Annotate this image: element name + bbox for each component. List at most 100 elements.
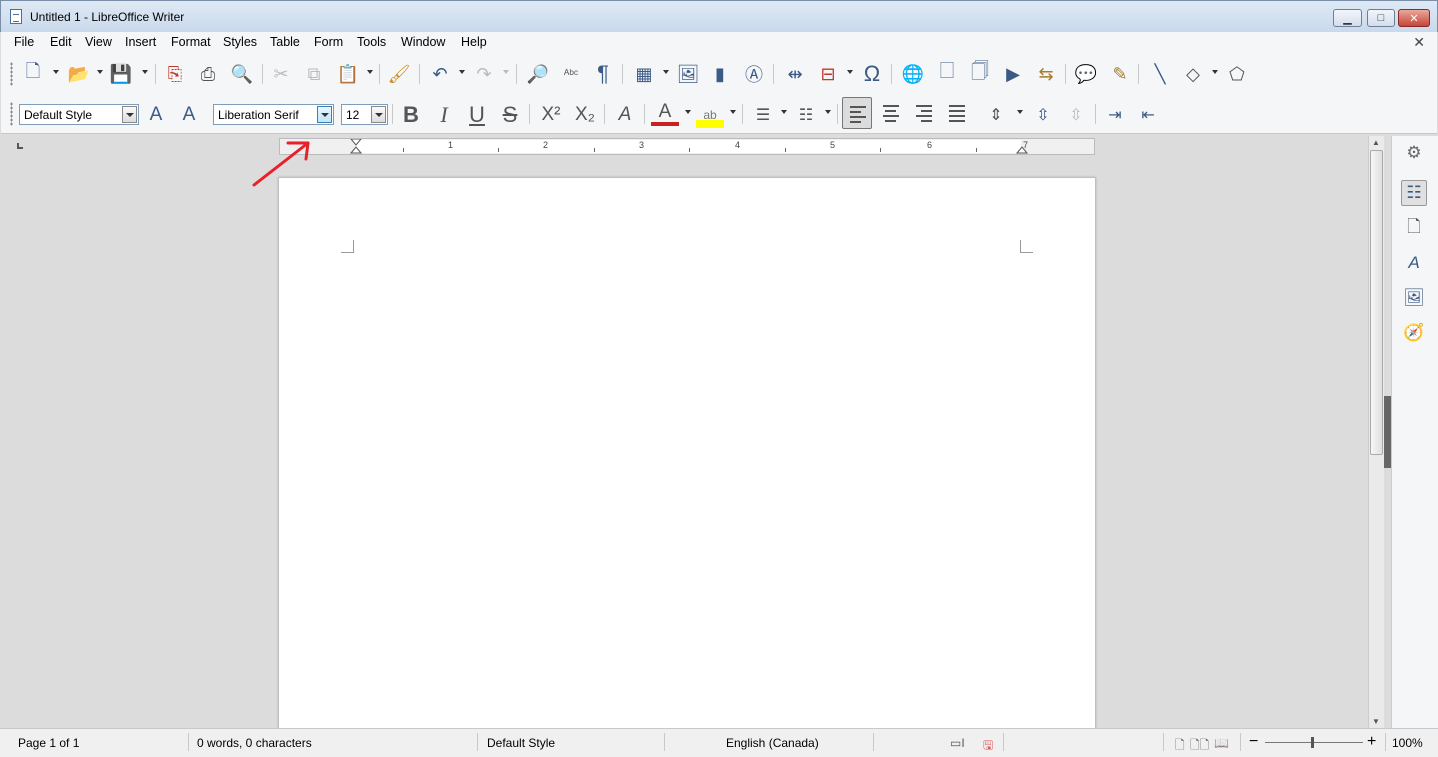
align-center-button[interactable] [876,97,906,129]
clone-formatting-icon[interactable]: 🖌 [387,62,411,86]
insert-comment-icon[interactable]: 💬 [1074,62,1098,86]
zoom-out-icon[interactable]: − [1249,733,1258,751]
new-document-icon[interactable]: 🗋 [21,61,45,86]
font-color-dropdown-icon[interactable] [685,110,691,114]
scrollbar-thumb[interactable] [1370,150,1383,455]
font-name-combo[interactable]: Liberation Serif [213,104,334,125]
book-view-icon[interactable]: 📖 [1214,736,1229,750]
multi-page-view-icon[interactable]: 🗋🗋 [1190,736,1209,757]
track-changes-icon[interactable]: ✎ [1108,62,1132,86]
insert-page-break-icon[interactable]: ⇹ [783,62,807,86]
insert-hyperlink-icon[interactable]: 🌐 [901,62,925,86]
menu-format[interactable]: Format [171,35,211,49]
export-pdf-icon[interactable]: ⎘ [163,62,187,86]
scroll-up-icon[interactable]: ▲ [1372,138,1380,147]
menu-form[interactable]: Form [314,35,343,49]
sidebar-collapse-handle[interactable] [1384,396,1391,468]
decrease-paragraph-spacing-icon[interactable]: ⇳ [1062,102,1090,128]
increase-paragraph-spacing-icon[interactable]: ⇳ [1029,102,1057,128]
sidebar-properties-icon[interactable]: ☷ [1401,180,1427,206]
menu-view[interactable]: View [85,35,112,49]
sidebar-gallery-icon[interactable]: 🖼 [1401,285,1427,311]
zoom-slider-handle[interactable] [1311,737,1314,748]
menu-insert[interactable]: Insert [125,35,156,49]
underline-icon[interactable]: U [463,102,491,128]
sidebar-styles-icon[interactable]: A [1401,250,1427,276]
menu-edit[interactable]: Edit [50,35,72,49]
paragraph-style-combo[interactable]: Default Style [19,104,139,125]
show-draw-functions-icon[interactable]: ⬠ [1225,62,1249,86]
sidebar-navigator-icon[interactable]: 🧭 [1401,320,1427,346]
zoom-level[interactable]: 100% [1392,736,1423,750]
italic-icon[interactable]: I [430,102,458,128]
toolbar-grip[interactable] [10,62,13,86]
single-page-view-icon[interactable]: 🗋 [1175,736,1185,757]
menu-tools[interactable]: Tools [357,35,386,49]
spelling-icon[interactable]: ᴬᵇᶜ [559,62,583,86]
ordered-list-dropdown-icon[interactable] [825,110,831,114]
tab-stop-selector[interactable] [17,143,23,149]
menu-help[interactable]: Help [461,35,487,49]
undo-icon[interactable]: ↶ [428,62,452,86]
sidebar-settings-icon[interactable]: ⚙ [1401,140,1427,166]
new-dropdown-icon[interactable] [53,70,59,74]
save-icon[interactable]: 💾 [109,62,133,86]
formatting-marks-icon[interactable]: ¶ [591,61,615,86]
align-left-button[interactable] [842,97,872,129]
print-icon[interactable]: ⎙ [196,62,220,86]
shapes-dropdown-icon[interactable] [1212,70,1218,74]
insert-bookmark-icon[interactable]: ▶ [1001,62,1025,86]
scroll-down-icon[interactable]: ▼ [1372,717,1380,726]
update-style-icon[interactable]: A [142,102,170,128]
strikethrough-icon[interactable]: S [496,102,524,128]
open-folder-icon[interactable]: 📂 [67,62,91,86]
maximize-button[interactable]: □ [1367,9,1395,27]
highlight-dropdown-icon[interactable] [730,110,736,114]
page-count[interactable]: Page 1 of 1 [18,736,79,750]
horizontal-ruler[interactable]: 1 2 3 4 5 6 7 [279,138,1095,155]
insert-field-icon[interactable]: ⊟ [816,62,840,86]
word-count[interactable]: 0 words, 0 characters [197,736,312,750]
menu-file[interactable]: File [14,35,34,49]
paste-dropdown-icon[interactable] [367,70,373,74]
undo-dropdown-icon[interactable] [459,70,465,74]
unordered-list-icon[interactable]: ☰ [749,102,777,128]
increase-indent-icon[interactable]: ⇥ [1101,102,1129,128]
menu-styles[interactable]: Styles [223,35,257,49]
new-style-icon[interactable]: A [175,102,203,128]
bold-icon[interactable]: B [397,102,425,128]
insert-mode-icon[interactable]: ▭I [950,736,965,750]
insert-footnote-icon[interactable]: 🗌 [935,61,959,86]
justify-button[interactable] [942,97,972,129]
insert-table-icon[interactable]: ▦ [632,62,656,86]
cut-icon[interactable]: ✂ [269,62,293,86]
font-size-combo[interactable]: 12 [341,104,388,125]
minimize-button[interactable]: ▁ [1333,9,1362,27]
line-spacing-dropdown-icon[interactable] [1017,110,1023,114]
vertical-scrollbar[interactable]: ▲ ▼ [1368,136,1384,728]
menu-window[interactable]: Window [401,35,445,49]
field-dropdown-icon[interactable] [847,70,853,74]
open-dropdown-icon[interactable] [97,70,103,74]
paragraph-style-dropdown-icon[interactable] [122,106,137,123]
document-page[interactable] [278,177,1096,737]
decrease-indent-icon[interactable]: ⇤ [1134,102,1162,128]
indent-marker-icon[interactable] [350,139,362,154]
table-dropdown-icon[interactable] [663,70,669,74]
subscript-icon[interactable]: X₂ [571,102,599,128]
zoom-slider[interactable] [1265,742,1363,743]
clear-formatting-icon[interactable]: A [611,102,639,128]
find-replace-icon[interactable]: 🔎 [526,62,550,86]
insert-chart-icon[interactable]: ▮ [708,62,732,86]
font-size-dropdown-icon[interactable] [371,106,386,123]
highlight-color-icon[interactable]: ab [696,102,724,128]
align-right-button[interactable] [909,97,939,129]
toolbar-grip[interactable] [10,102,13,126]
right-indent-marker-icon[interactable] [1016,144,1028,154]
close-document-icon[interactable]: ✕ [1413,34,1425,51]
special-character-icon[interactable]: Ω [860,61,884,86]
ordered-list-icon[interactable]: ☷ [792,102,820,128]
menu-table[interactable]: Table [270,35,300,49]
sidebar-page-icon[interactable]: 🗋 [1401,215,1427,241]
redo-icon[interactable]: ↷ [472,62,496,86]
